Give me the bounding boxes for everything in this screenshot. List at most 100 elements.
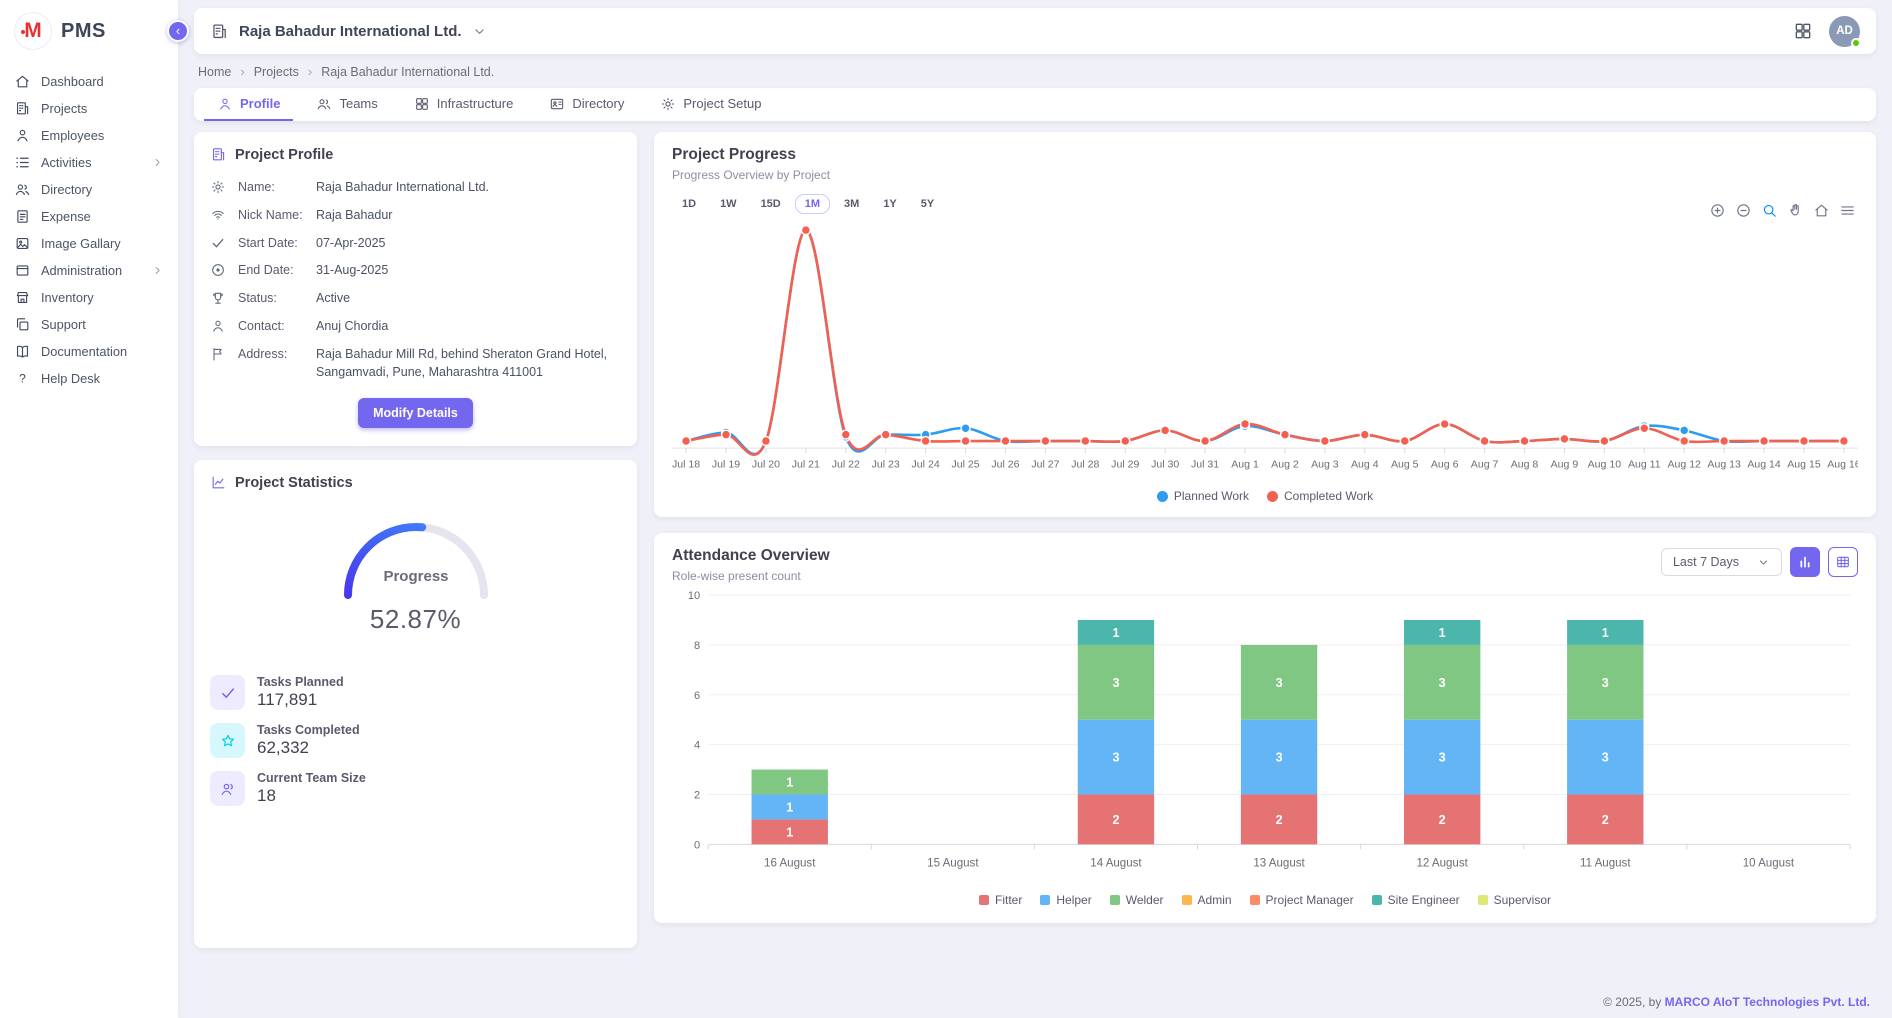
svg-text:3: 3	[1276, 751, 1283, 765]
range-button-5y[interactable]: 5Y	[911, 194, 944, 214]
user-avatar[interactable]: AD	[1829, 16, 1860, 47]
sidebar-item-label: Directory	[41, 182, 92, 197]
attendance-range-select[interactable]: Last 7 Days	[1661, 548, 1782, 576]
range-button-1y[interactable]: 1Y	[873, 194, 906, 214]
field-value: Active	[316, 289, 621, 308]
range-button-1d[interactable]: 1D	[672, 194, 706, 214]
apps-grid-icon[interactable]	[1793, 21, 1813, 41]
stat-value: 117,891	[257, 690, 344, 710]
stat-value: 62,332	[257, 738, 360, 758]
svg-text:Jul 31: Jul 31	[1191, 458, 1219, 470]
sidebar-item-inventory[interactable]: Inventory	[0, 284, 178, 311]
menu-icon[interactable]	[1839, 202, 1856, 219]
profile-field: Contact: Anuj Chordia	[210, 317, 621, 336]
sidebar-item-administration[interactable]: Administration	[0, 257, 178, 284]
legend-item-completed-work[interactable]: Completed Work	[1267, 489, 1373, 503]
sidebar-item-directory[interactable]: Directory	[0, 176, 178, 203]
sidebar-item-help-desk[interactable]: ? Help Desk	[0, 365, 178, 392]
sidebar-item-support[interactable]: Support	[0, 311, 178, 338]
field-value: 31-Aug-2025	[316, 261, 621, 280]
svg-text:Aug 4: Aug 4	[1351, 458, 1379, 470]
legend-swatch	[979, 895, 989, 905]
legend-swatch	[1182, 895, 1192, 905]
progress-gauge: Progress	[311, 499, 521, 599]
sidebar-item-expense[interactable]: Expense	[0, 203, 178, 230]
legend-swatch	[1040, 895, 1050, 905]
svg-text:Aug 7: Aug 7	[1471, 458, 1499, 470]
svg-text:13 August: 13 August	[1253, 858, 1305, 870]
tab-directory[interactable]: Directory	[536, 88, 637, 121]
sidebar-item-projects[interactable]: Projects	[0, 95, 178, 122]
sidebar-item-activities[interactable]: Activities	[0, 149, 178, 176]
sidebar-collapse-button[interactable]: ‹	[167, 20, 189, 42]
range-button-15d[interactable]: 15D	[751, 194, 791, 214]
pan-icon[interactable]	[1787, 202, 1804, 219]
range-button-1w[interactable]: 1W	[710, 194, 747, 214]
svg-text:Jul 18: Jul 18	[672, 458, 700, 470]
legend-item-project-manager[interactable]: Project Manager	[1250, 893, 1354, 907]
svg-text:10: 10	[688, 590, 700, 602]
svg-text:1: 1	[786, 826, 793, 840]
legend-item-admin[interactable]: Admin	[1182, 893, 1232, 907]
modify-details-button[interactable]: Modify Details	[358, 398, 473, 428]
field-label: Contact:	[238, 317, 304, 336]
tab-project-setup[interactable]: Project Setup	[647, 88, 774, 121]
svg-text:Aug 15: Aug 15	[1787, 458, 1821, 470]
svg-text:2: 2	[694, 790, 700, 802]
chart-view-button[interactable]	[1790, 547, 1820, 577]
legend-item-planned-work[interactable]: Planned Work	[1157, 489, 1249, 503]
tab-teams[interactable]: Teams	[303, 88, 390, 121]
sidebar-item-image-gallary[interactable]: Image Gallary	[0, 230, 178, 257]
tab-profile[interactable]: Profile	[204, 88, 293, 121]
stat-item-tasks-completed: Tasks Completed 62,332	[210, 723, 621, 758]
breadcrumb-item: Raja Bahadur International Ltd.	[321, 65, 494, 79]
chevron-right-icon	[151, 156, 164, 169]
table-view-button[interactable]	[1828, 547, 1858, 577]
sidebar-item-documentation[interactable]: Documentation	[0, 338, 178, 365]
receipt-icon	[14, 208, 31, 225]
svg-text:1: 1	[786, 776, 793, 790]
project-profile-card: Project Profile Name: Raja Bahadur Inter…	[194, 132, 637, 446]
breadcrumb-item[interactable]: Projects	[254, 65, 299, 79]
range-button-3m[interactable]: 3M	[834, 194, 869, 214]
legend-item-helper[interactable]: Helper	[1040, 893, 1091, 907]
reset-zoom-icon[interactable]	[1813, 202, 1830, 219]
company-selector[interactable]: Raja Bahadur International Ltd.	[239, 23, 462, 40]
legend-item-fitter[interactable]: Fitter	[979, 893, 1022, 907]
table-icon	[1835, 554, 1851, 570]
selection-zoom-icon[interactable]	[1761, 202, 1778, 219]
sidebar-item-dashboard[interactable]: Dashboard	[0, 68, 178, 95]
main-area: ‹ Raja Bahadur International Ltd. AD Hom…	[178, 0, 1892, 1018]
svg-text:8: 8	[694, 640, 700, 652]
zoom-in-icon[interactable]	[1709, 202, 1726, 219]
profile-field: Name: Raja Bahadur International Ltd.	[210, 178, 621, 197]
zoom-out-icon[interactable]	[1735, 202, 1752, 219]
building-icon	[210, 146, 227, 163]
chevron-down-icon[interactable]	[472, 24, 487, 39]
image-icon	[14, 235, 31, 252]
project-progress-line-chart[interactable]: Jul 18Jul 19Jul 20Jul 21Jul 22Jul 23Jul …	[672, 214, 1858, 483]
svg-text:0: 0	[694, 840, 700, 852]
legend-item-welder[interactable]: Welder	[1110, 893, 1164, 907]
field-label: Start Date:	[238, 234, 304, 253]
statistics-card-title: Project Statistics	[235, 475, 353, 491]
breadcrumb: Home›Projects›Raja Bahadur International…	[194, 54, 1876, 88]
range-button-1m[interactable]: 1M	[795, 194, 830, 214]
attendance-card-subtitle: Role-wise present count	[672, 569, 830, 583]
svg-text:Aug 8: Aug 8	[1511, 458, 1539, 470]
svg-text:Aug 11: Aug 11	[1628, 458, 1661, 470]
sidebar-item-employees[interactable]: Employees	[0, 122, 178, 149]
person-icon	[217, 96, 233, 112]
svg-text:3: 3	[1112, 751, 1119, 765]
breadcrumb-separator: ›	[308, 64, 312, 79]
company-link[interactable]: MARCO AIoT Technologies Pvt. Ltd.	[1665, 995, 1870, 1009]
legend-item-site-engineer[interactable]: Site Engineer	[1372, 893, 1460, 907]
svg-text:2: 2	[1439, 813, 1446, 827]
breadcrumb-item[interactable]: Home	[198, 65, 231, 79]
tab-infrastructure[interactable]: Infrastructure	[401, 88, 527, 121]
sidebar-item-label: Inventory	[41, 290, 94, 305]
question-icon: ?	[14, 370, 31, 387]
legend-item-supervisor[interactable]: Supervisor	[1478, 893, 1551, 907]
attendance-bar-chart[interactable]: 024681011116 August15 August233114 Augus…	[672, 583, 1858, 887]
copyright-text: © 2025, by	[1603, 995, 1665, 1009]
